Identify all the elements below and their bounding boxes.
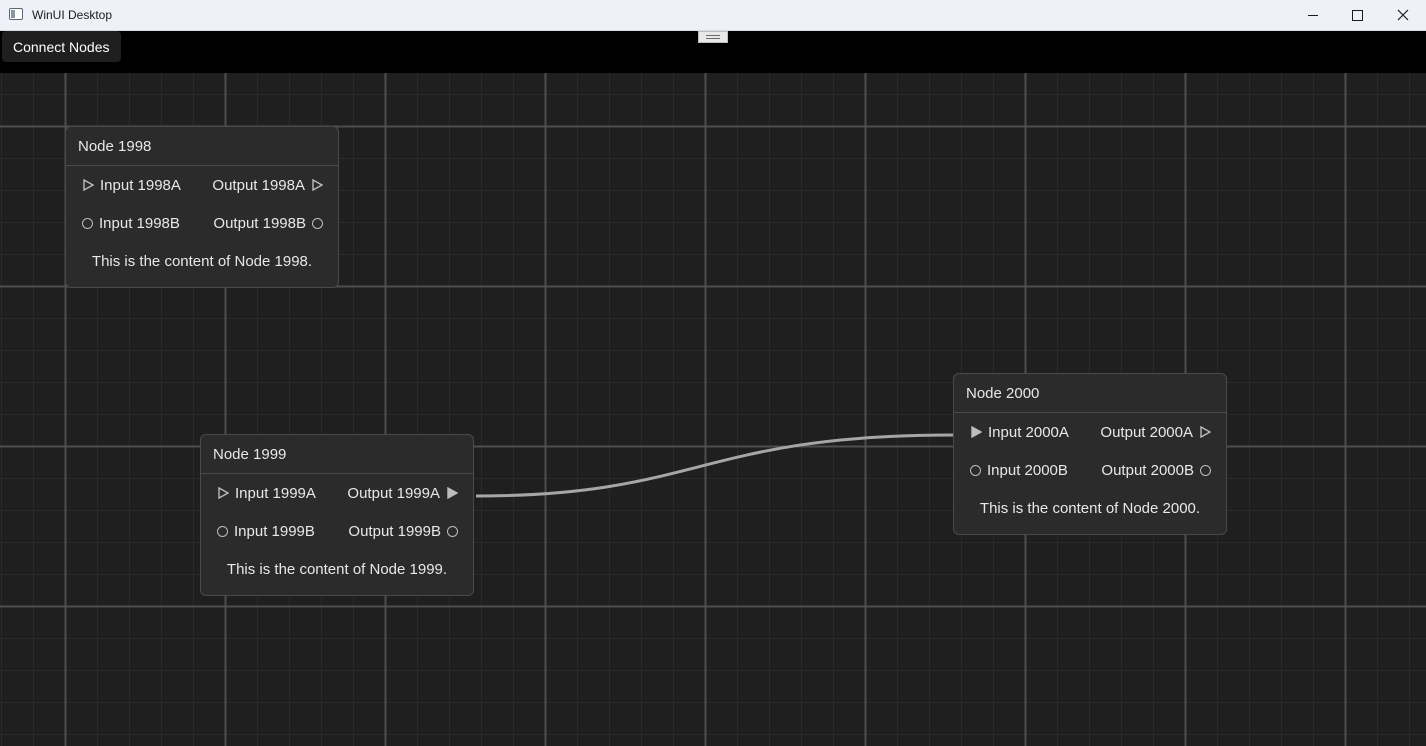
- node-content: This is the content of Node 1999.: [226, 561, 448, 578]
- input-label: Input 2000A: [988, 423, 1069, 441]
- hollow-circle-pin-icon[interactable]: [82, 217, 93, 229]
- node-card[interactable]: Node 2000 Input 2000A Output 2000A Input…: [953, 373, 1227, 535]
- output-label: Output 2000A: [1100, 423, 1193, 441]
- hollow-circle-pin-icon[interactable]: [312, 217, 323, 229]
- input-label: Input 1999B: [234, 522, 315, 540]
- hollow-triangle-pin-icon[interactable]: [1199, 426, 1211, 438]
- toolbar: Connect Nodes: [0, 31, 1426, 73]
- app-window-icon: [9, 8, 23, 20]
- input-label: Input 1999A: [235, 484, 316, 502]
- title-bar: WinUI Desktop: [0, 0, 1426, 31]
- input-port[interactable]: Input 2000B: [970, 451, 1068, 489]
- hollow-circle-pin-icon[interactable]: [217, 525, 228, 537]
- input-port[interactable]: Input 1998B: [82, 204, 180, 242]
- close-icon: [1397, 9, 1409, 21]
- input-label: Input 2000B: [987, 461, 1068, 479]
- hollow-circle-pin-icon[interactable]: [1200, 464, 1211, 476]
- hollow-triangle-pin-icon[interactable]: [217, 487, 229, 499]
- hollow-circle-pin-icon[interactable]: [970, 464, 981, 476]
- output-label: Output 1999B: [348, 522, 441, 540]
- input-port[interactable]: Input 2000A: [970, 413, 1069, 451]
- minimize-icon: [1308, 14, 1318, 16]
- close-button[interactable]: [1380, 0, 1426, 30]
- output-label: Output 1998A: [212, 176, 305, 194]
- input-port[interactable]: Input 1999A: [217, 474, 316, 512]
- output-label: Output 1999A: [347, 484, 440, 502]
- port-row: Input 1999B Output 1999B: [201, 512, 473, 550]
- output-port[interactable]: Output 2000A: [1100, 413, 1211, 451]
- port-row: Input 1999A Output 1999A: [201, 474, 473, 512]
- maximize-button[interactable]: [1334, 0, 1380, 30]
- input-port[interactable]: Input 1998A: [82, 166, 181, 204]
- filled-triangle-pin-icon[interactable]: [970, 426, 982, 438]
- output-port[interactable]: Output 1998B: [213, 204, 323, 242]
- output-port[interactable]: Output 1998A: [212, 166, 323, 204]
- node-content: This is the content of Node 2000.: [979, 500, 1201, 517]
- minimize-button[interactable]: [1290, 0, 1336, 30]
- hollow-circle-pin-icon[interactable]: [447, 525, 458, 537]
- node-content: This is the content of Node 1998.: [91, 253, 313, 270]
- window-title: WinUI Desktop: [32, 8, 113, 22]
- hollow-triangle-pin-icon[interactable]: [311, 179, 323, 191]
- node-title[interactable]: Node 1998: [66, 127, 338, 166]
- node-card[interactable]: Node 1999 Input 1999A Output 1999A Input…: [200, 434, 474, 596]
- port-row: Input 2000B Output 2000B: [954, 451, 1226, 489]
- maximize-icon: [1351, 9, 1363, 21]
- drag-grip-handle[interactable]: [698, 31, 728, 43]
- hollow-triangle-pin-icon[interactable]: [82, 179, 94, 191]
- port-row: Input 1998B Output 1998B: [66, 204, 338, 242]
- input-label: Input 1998B: [99, 214, 180, 232]
- node-title[interactable]: Node 2000: [954, 374, 1226, 413]
- output-port[interactable]: Output 1999B: [348, 512, 458, 550]
- filled-triangle-pin-icon[interactable]: [446, 487, 458, 499]
- output-port[interactable]: Output 1999A: [347, 474, 458, 512]
- port-row: Input 2000A Output 2000A: [954, 413, 1226, 451]
- output-label: Output 1998B: [213, 214, 306, 232]
- node-title[interactable]: Node 1999: [201, 435, 473, 474]
- input-port[interactable]: Input 1999B: [217, 512, 315, 550]
- output-label: Output 2000B: [1101, 461, 1194, 479]
- input-label: Input 1998A: [100, 176, 181, 194]
- output-port[interactable]: Output 2000B: [1101, 451, 1211, 489]
- port-row: Input 1998A Output 1998A: [66, 166, 338, 204]
- node-card[interactable]: Node 1998 Input 1998A Output 1998A Input…: [65, 126, 339, 288]
- node-editor-canvas[interactable]: Node 1998 Input 1998A Output 1998A Input…: [0, 73, 1426, 746]
- connect-nodes-button[interactable]: Connect Nodes: [2, 31, 121, 62]
